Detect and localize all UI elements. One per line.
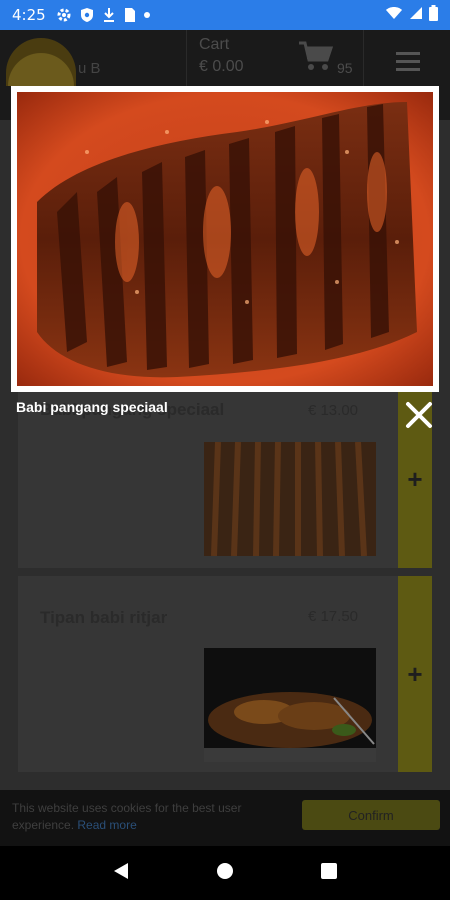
system-nav-bar bbox=[0, 846, 450, 900]
cart-total-partial: 95 bbox=[337, 60, 353, 76]
battery-icon bbox=[429, 5, 438, 25]
wifi-icon bbox=[385, 6, 403, 24]
lightbox-image-frame bbox=[11, 86, 439, 392]
menu-line-icon bbox=[396, 51, 420, 55]
sim-icon bbox=[124, 7, 136, 23]
logo-text: u B bbox=[78, 60, 101, 77]
product-price: € 13.00 bbox=[307, 402, 358, 419]
lightbox-caption: Babi pangang speciaal bbox=[16, 399, 168, 415]
cart-icon[interactable] bbox=[297, 40, 334, 77]
signal-icon bbox=[409, 6, 423, 24]
settings-icon bbox=[56, 7, 72, 23]
product-name: Tipan babi ritjar bbox=[40, 608, 168, 627]
cookie-banner: This website uses cookies for the best u… bbox=[0, 790, 450, 846]
cart-amount: € 0.00 bbox=[199, 58, 244, 75]
product-image[interactable] bbox=[204, 648, 376, 762]
restaurant-logo[interactable] bbox=[6, 38, 76, 86]
home-icon[interactable] bbox=[215, 861, 235, 886]
back-icon[interactable] bbox=[112, 861, 130, 886]
status-time: 4:25 bbox=[12, 6, 46, 24]
cookie-confirm-button[interactable]: Confirm bbox=[302, 800, 440, 830]
dot-icon bbox=[143, 12, 150, 18]
shield-icon bbox=[80, 7, 94, 23]
product-price: € 17.50 bbox=[307, 608, 358, 625]
cookie-message: This website uses cookies for the best u… bbox=[12, 800, 292, 834]
product-card[interactable]: Tipan babi ritjar € 17.50 + bbox=[18, 576, 432, 772]
lightbox-image bbox=[17, 92, 433, 386]
hamburger-menu-button[interactable] bbox=[382, 38, 434, 84]
product-card[interactable]: Babi pangang speciaal € 13.00 + bbox=[18, 390, 432, 568]
read-more-link[interactable]: Read more bbox=[77, 818, 136, 832]
recents-icon[interactable] bbox=[320, 862, 338, 885]
status-bar: 4:25 bbox=[0, 0, 450, 30]
menu-line-icon bbox=[396, 67, 420, 71]
menu-line-icon bbox=[396, 59, 420, 63]
download-icon bbox=[102, 7, 116, 23]
cart-label: Cart bbox=[199, 36, 230, 53]
product-image[interactable] bbox=[204, 442, 376, 556]
close-icon[interactable] bbox=[402, 398, 436, 432]
add-to-cart-button[interactable]: + bbox=[398, 576, 432, 772]
